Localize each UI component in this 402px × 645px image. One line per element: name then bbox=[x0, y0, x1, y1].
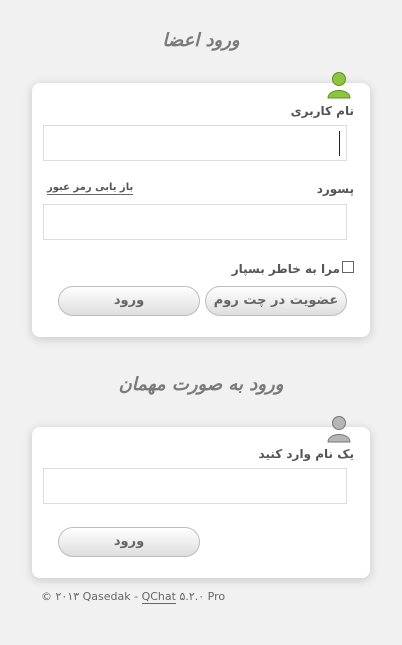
forgot-password-link[interactable]: باز یابی رمز عبور bbox=[47, 181, 134, 195]
guest-name-field[interactable] bbox=[43, 468, 347, 504]
user-green-icon bbox=[327, 72, 351, 99]
register-chatroom-button[interactable]: عضویت در چت روم bbox=[205, 286, 347, 316]
guest-login-title: ورود به صورت مهمان bbox=[118, 374, 284, 395]
password-field[interactable] bbox=[43, 204, 347, 240]
version-text: ۵.۲.۰ Pro bbox=[175, 590, 226, 603]
guest-login-card: یک نام وارد کنید ورود bbox=[32, 416, 370, 578]
username-input[interactable] bbox=[44, 126, 346, 160]
members-login-button[interactable]: ورود bbox=[58, 286, 200, 316]
footer: © ۲۰۱۳ Qasedak - QChat ۵.۲.۰ Pro bbox=[41, 590, 226, 604]
text-caret bbox=[339, 131, 340, 156]
username-field[interactable] bbox=[43, 125, 347, 161]
members-login-title: ورود اعضا bbox=[162, 30, 240, 51]
copyright-text: © ۲۰۱۳ Qasedak - bbox=[41, 590, 142, 603]
password-input[interactable] bbox=[44, 205, 346, 239]
remember-me-label: مرا به خاطر بسپار bbox=[231, 262, 340, 276]
guest-name-input[interactable] bbox=[44, 469, 346, 503]
password-label: پسورد bbox=[316, 182, 354, 196]
remember-me-checkbox[interactable] bbox=[342, 261, 354, 273]
username-label: نام کاربری bbox=[290, 104, 354, 118]
qchat-link[interactable]: QChat bbox=[141, 590, 176, 604]
members-login-card: نام کاربری پسورد باز یابی رمز عبور مرا ب… bbox=[32, 72, 370, 337]
guest-login-button[interactable]: ورود bbox=[58, 527, 200, 557]
guest-name-label: یک نام وارد کنید bbox=[258, 447, 354, 461]
user-gray-icon bbox=[327, 416, 351, 443]
